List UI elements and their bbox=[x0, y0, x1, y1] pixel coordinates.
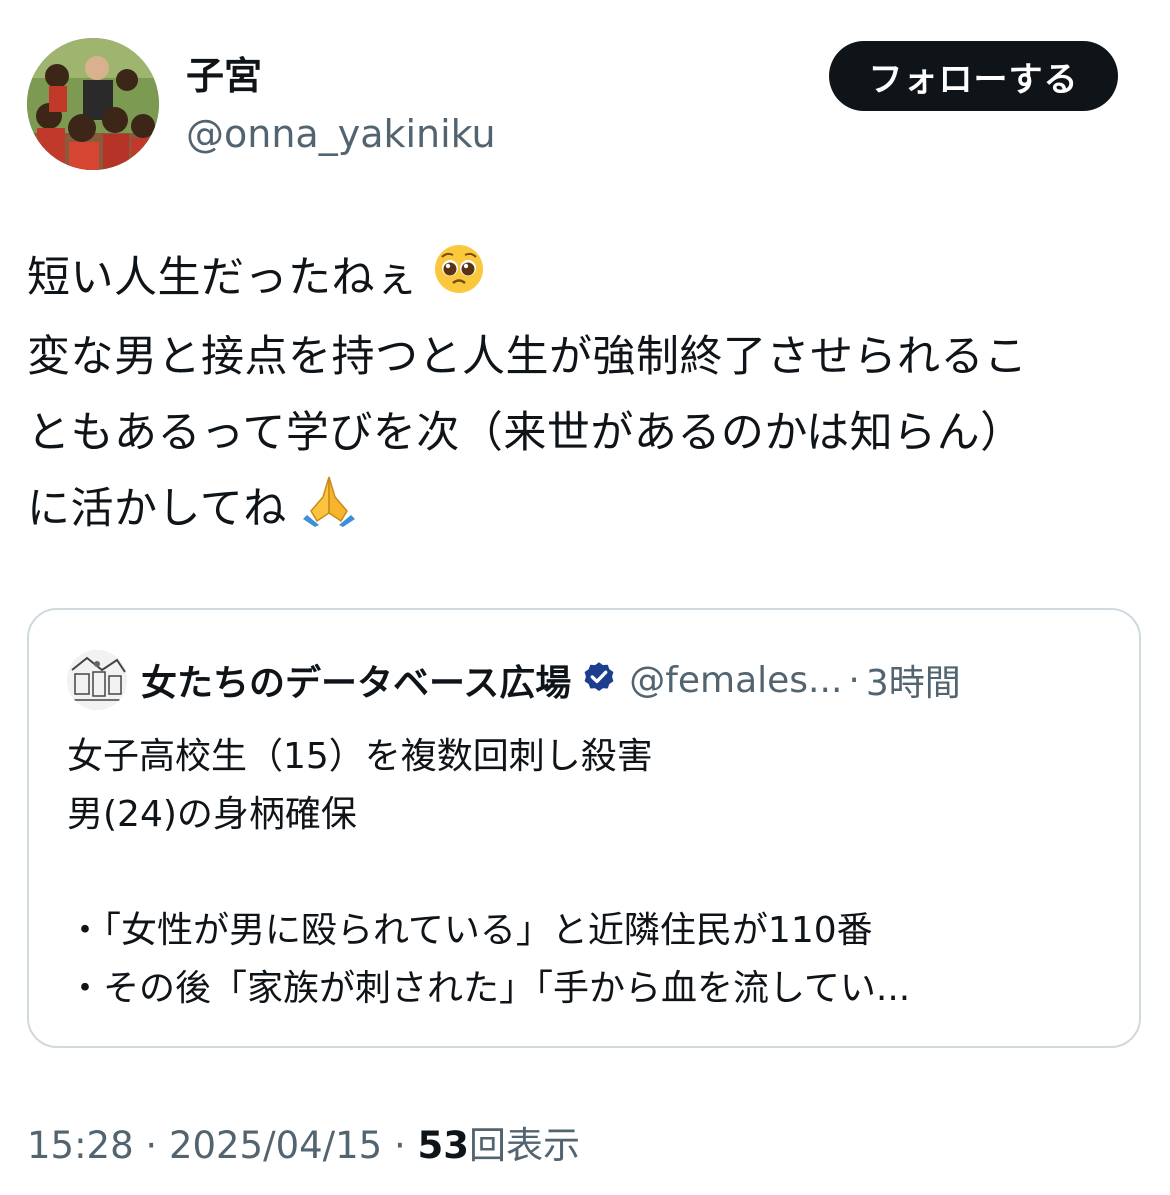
tweet-meta: 15:28 · 2025/04/15 · 53回表示 bbox=[27, 1118, 580, 1174]
folded-hands-emoji bbox=[301, 471, 357, 551]
quoted-avatar-illustration-icon bbox=[67, 650, 127, 710]
author-display-name[interactable]: 子宮 bbox=[186, 50, 262, 102]
quoted-author-avatar[interactable] bbox=[67, 650, 127, 710]
quoted-line: ・「女性が男に殴られている」と近隣住民が110番 bbox=[67, 910, 873, 951]
quoted-tweet-header: 女たちのデータベース広場 @females... · 3時間 bbox=[67, 650, 961, 710]
quoted-line: ・その後「家族が刺された」「手から血を流してい... bbox=[67, 968, 911, 1009]
quoted-tweet-card[interactable]: 女たちのデータベース広場 @females... · 3時間 女子高校生（15）… bbox=[27, 608, 1141, 1048]
quoted-line: 女子高校生（15）を複数回刺し殺害 bbox=[67, 736, 653, 777]
author-handle[interactable]: @onna_yakiniku bbox=[186, 108, 496, 160]
separator-dot: · bbox=[848, 659, 860, 701]
views-label[interactable]: 回表示 bbox=[469, 1124, 580, 1167]
meta-separator: · bbox=[145, 1124, 158, 1167]
quoted-author-handle[interactable]: @females... bbox=[629, 660, 842, 701]
meta-separator: · bbox=[393, 1124, 406, 1167]
quoted-line: 男(24)の身柄確保 bbox=[67, 794, 357, 835]
views-count[interactable]: 53 bbox=[418, 1124, 470, 1167]
author-avatar[interactable] bbox=[27, 38, 159, 170]
quoted-line bbox=[67, 844, 1107, 902]
tweet-line: 短い人生だったねぇ bbox=[27, 240, 1143, 319]
tweet-line: 変な男と接点を持つと人生が強制終了させられるこ bbox=[27, 331, 1028, 382]
tweet-text: 短い人生だったねぇ 変な男と接点を持つと人生が強制終了させられるこ ともあるって… bbox=[27, 240, 1143, 551]
quoted-tweet-text: 女子高校生（15）を複数回刺し殺害 男(24)の身柄確保 ・「女性が男に殴られて… bbox=[67, 728, 1107, 1018]
tweet-line: ともあるって学びを次（来世があるのかは知らん） bbox=[27, 407, 1024, 458]
quoted-timestamp[interactable]: 3時間 bbox=[866, 654, 961, 706]
follow-button[interactable]: フォローする bbox=[829, 41, 1118, 111]
tweet-date[interactable]: 2025/04/15 bbox=[169, 1124, 382, 1167]
avatar-photo-icon bbox=[27, 38, 159, 170]
pleading-face-emoji bbox=[433, 243, 485, 319]
tweet-line: に活かしてね bbox=[27, 471, 1143, 552]
verified-badge-icon bbox=[581, 660, 617, 700]
quoted-author-name[interactable]: 女たちのデータベース広場 bbox=[141, 654, 571, 706]
tweet-time[interactable]: 15:28 bbox=[27, 1124, 134, 1167]
